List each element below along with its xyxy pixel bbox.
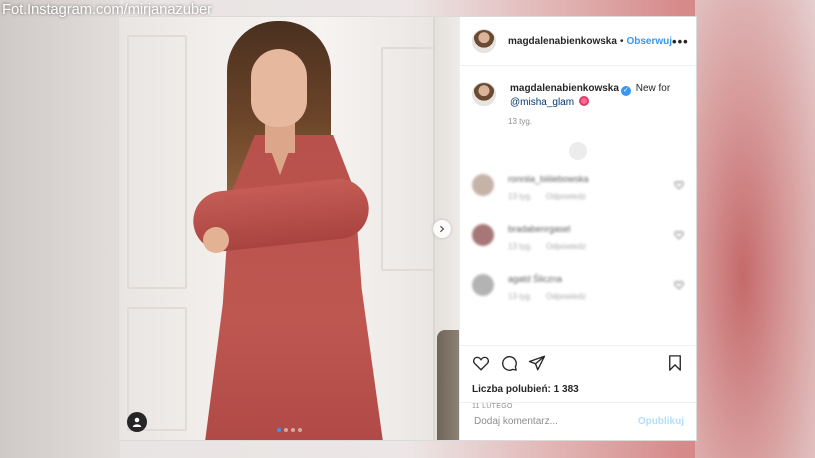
header-separator: • [619, 35, 624, 47]
comment-user[interactable]: ronniia_biiiiebowska [508, 174, 674, 184]
carousel-dot [291, 428, 295, 432]
tagged-user-icon[interactable] [127, 412, 147, 432]
background-blur-right [695, 0, 815, 458]
comment-item: bradabenrgasel 13 tyg. Odpowiedz [472, 224, 684, 274]
comment-user[interactable]: bradabenrgasel [508, 224, 674, 234]
wall-panel [127, 35, 187, 289]
reply-button[interactable]: Odpowiedz [546, 292, 586, 301]
chevron-right-icon [439, 225, 445, 233]
background-blur-left [0, 0, 120, 458]
post-side-panel: magdalenabienkowska • Obserwuj ••• magda… [459, 17, 696, 440]
action-icons [472, 354, 684, 372]
coat [437, 330, 459, 440]
bookmark-icon[interactable] [666, 354, 684, 372]
carousel-dots [277, 428, 302, 432]
verified-badge-icon: ✓ [620, 86, 631, 96]
add-comment-bar: Opublikuj [460, 402, 696, 440]
carousel-dot [277, 428, 281, 432]
post-photo[interactable] [119, 17, 459, 440]
instagram-post: magdalenabienkowska • Obserwuj ••• magda… [118, 16, 697, 441]
comments-list: ronniia_biiiiebowska 13 tyg. Odpowiedz br… [460, 174, 696, 324]
neckline [265, 135, 295, 175]
post-actions: Liczba polubień: 1 383 11 LUTEGO [460, 345, 696, 410]
next-slide-button[interactable] [433, 220, 451, 238]
comment-avatar[interactable] [472, 274, 494, 296]
caption-avatar[interactable] [472, 82, 496, 106]
hand [203, 227, 229, 253]
publish-button[interactable]: Opublikuj [638, 416, 684, 427]
caption-mention[interactable]: @misha_glam [510, 97, 574, 108]
post-header: magdalenabienkowska • Obserwuj ••• [460, 17, 696, 66]
like-heart-icon[interactable] [472, 354, 490, 372]
share-plane-icon[interactable] [528, 354, 546, 372]
caption-text: magdalenabienkowska ✓ New for @misha_glam [510, 82, 670, 109]
carousel-dot [298, 428, 302, 432]
caption-time[interactable]: 13 tyg. [508, 117, 696, 126]
more-dots-icon[interactable]: ••• [672, 34, 689, 49]
avatar[interactable] [472, 29, 496, 53]
caption-username[interactable]: magdalenabienkowska [510, 83, 619, 94]
follow-button[interactable]: Obserwuj [626, 36, 672, 47]
load-more-comments-icon[interactable] [569, 142, 587, 160]
face [251, 49, 307, 127]
comment-time: 13 tyg. [508, 292, 533, 301]
comment-time: 13 tyg. [508, 242, 533, 251]
comment-avatar[interactable] [472, 174, 494, 196]
header-username[interactable]: magdalenabienkowska [508, 36, 617, 47]
comment-time: 13 tyg. [508, 192, 533, 201]
heart-icon[interactable] [674, 230, 684, 240]
comment-user[interactable]: agatd Śliczna [508, 274, 674, 284]
carousel-dot [284, 428, 288, 432]
comment-item: ronniia_biiiiebowska 13 tyg. Odpowiedz [472, 174, 684, 224]
heart-icon[interactable] [674, 280, 684, 290]
rose-emoji-icon [578, 96, 589, 106]
comment-avatar[interactable] [472, 224, 494, 246]
comment-bubble-icon[interactable] [500, 354, 518, 372]
caption: magdalenabienkowska ✓ New for @misha_glam [460, 66, 696, 109]
model-figure [189, 17, 419, 440]
comment-item: agatd Śliczna 13 tyg. Odpowiedz [472, 274, 684, 324]
reply-button[interactable]: Odpowiedz [546, 242, 586, 251]
likes-count[interactable]: Liczba polubień: 1 383 [472, 384, 684, 395]
caption-body: New for [635, 83, 671, 94]
heart-icon[interactable] [674, 180, 684, 190]
comment-input[interactable] [472, 415, 638, 428]
reply-button[interactable]: Odpowiedz [546, 192, 586, 201]
